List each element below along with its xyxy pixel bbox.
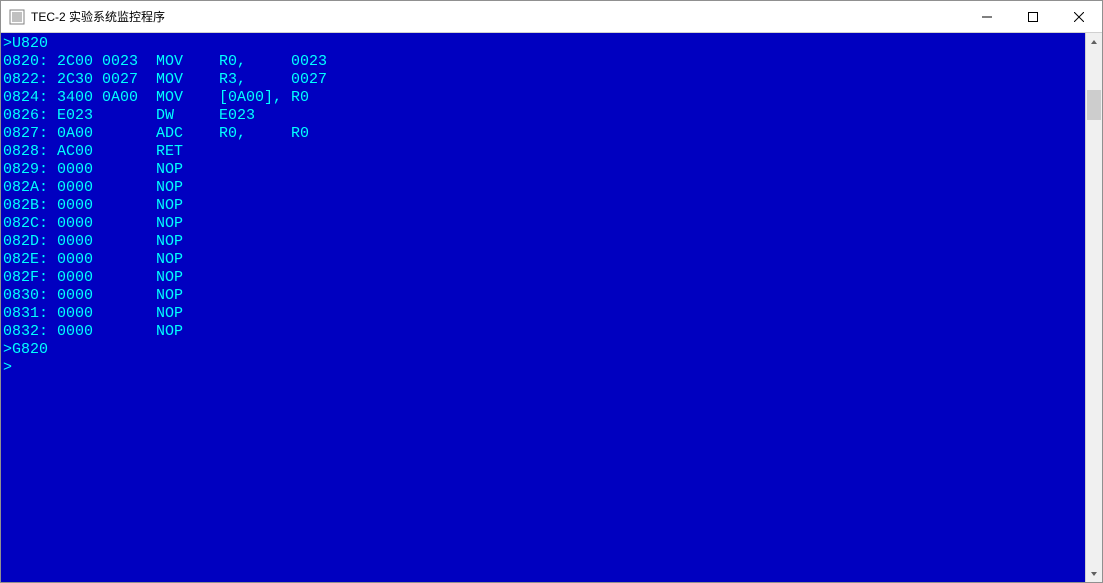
terminal-line: 082A: 0000 NOP xyxy=(3,179,1083,197)
terminal-line: 0832: 0000 NOP xyxy=(3,323,1083,341)
scroll-down-button[interactable] xyxy=(1086,565,1102,582)
terminal-line: 0820: 2C00 0023 MOV R0, 0023 xyxy=(3,53,1083,71)
terminal-line: 082B: 0000 NOP xyxy=(3,197,1083,215)
terminal-line: 0828: AC00 RET xyxy=(3,143,1083,161)
terminal-line: >G820 xyxy=(3,341,1083,359)
app-window: TEC-2 实验系统监控程序 >U8200820: 2C00 0023 MOV … xyxy=(0,0,1103,583)
maximize-button[interactable] xyxy=(1010,1,1056,32)
terminal-line: >U820 xyxy=(3,35,1083,53)
terminal-line: 0830: 0000 NOP xyxy=(3,287,1083,305)
terminal-line: 082E: 0000 NOP xyxy=(3,251,1083,269)
terminal-line: 0826: E023 DW E023 xyxy=(3,107,1083,125)
vertical-scrollbar[interactable] xyxy=(1085,33,1102,582)
terminal-line: 0824: 3400 0A00 MOV [0A00], R0 xyxy=(3,89,1083,107)
minimize-button[interactable] xyxy=(964,1,1010,32)
terminal-line: 0822: 2C30 0027 MOV R3, 0027 xyxy=(3,71,1083,89)
client-area: >U8200820: 2C00 0023 MOV R0, 00230822: 2… xyxy=(1,33,1102,582)
window-controls xyxy=(964,1,1102,32)
terminal-line: 0831: 0000 NOP xyxy=(3,305,1083,323)
titlebar[interactable]: TEC-2 实验系统监控程序 xyxy=(1,1,1102,33)
scroll-up-button[interactable] xyxy=(1086,33,1102,50)
terminal-line: 082C: 0000 NOP xyxy=(3,215,1083,233)
scroll-track[interactable] xyxy=(1086,50,1102,565)
close-button[interactable] xyxy=(1056,1,1102,32)
terminal-line: 082D: 0000 NOP xyxy=(3,233,1083,251)
terminal-output[interactable]: >U8200820: 2C00 0023 MOV R0, 00230822: 2… xyxy=(1,33,1085,582)
terminal-line: 0827: 0A00 ADC R0, R0 xyxy=(3,125,1083,143)
app-icon xyxy=(9,9,25,25)
terminal-line: 0829: 0000 NOP xyxy=(3,161,1083,179)
window-title: TEC-2 实验系统监控程序 xyxy=(31,8,964,25)
terminal-line: 082F: 0000 NOP xyxy=(3,269,1083,287)
scroll-thumb[interactable] xyxy=(1087,90,1101,120)
terminal-line: > xyxy=(3,359,1083,377)
